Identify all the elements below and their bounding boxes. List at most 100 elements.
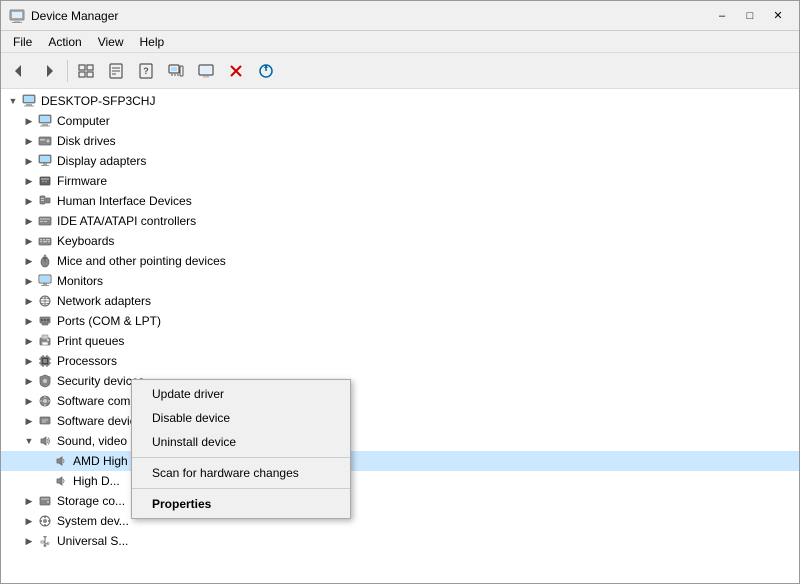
- toolbar: ?: [1, 53, 799, 89]
- security-icon: [37, 373, 53, 389]
- toolbar-scan-changes-button[interactable]: [252, 57, 280, 85]
- toolbar-show-hide-button[interactable]: [72, 57, 100, 85]
- processors-label: Processors: [57, 354, 117, 368]
- print-icon: [37, 333, 53, 349]
- expand-sound-icon: ▼: [21, 433, 37, 449]
- expand-mice-icon: ▶: [21, 253, 37, 269]
- tree-item-security[interactable]: ▶ Security devices: [1, 371, 799, 391]
- tree-item-storage[interactable]: ▶ Storage co...: [1, 491, 799, 511]
- tree-item-processors[interactable]: ▶ Process: [1, 351, 799, 371]
- tree-item-software-dev[interactable]: ▶ Software devices: [1, 411, 799, 431]
- ctx-sep-1: [132, 457, 350, 458]
- software-comp-icon: [37, 393, 53, 409]
- expand-ports-icon: ▶: [21, 313, 37, 329]
- tree-item-disk[interactable]: ▶ Disk drives: [1, 131, 799, 151]
- display-label: Display adapters: [57, 154, 146, 168]
- tree-item-hid[interactable]: ▶ Human Interface Devices: [1, 191, 799, 211]
- system-label: System dev...: [57, 514, 129, 528]
- computer-label: Computer: [57, 114, 110, 128]
- keyboard-icon: [37, 233, 53, 249]
- toolbar-back-button[interactable]: [5, 57, 33, 85]
- tree-item-mice[interactable]: ▶ Mice and other pointing devices: [1, 251, 799, 271]
- menu-action[interactable]: Action: [40, 33, 89, 51]
- toolbar-help-button[interactable]: ?: [132, 57, 160, 85]
- toolbar-forward-button[interactable]: [35, 57, 63, 85]
- expand-software-dev-icon: ▶: [21, 413, 37, 429]
- computer-icon-2: [37, 113, 53, 129]
- window-title: Device Manager: [31, 9, 118, 23]
- expand-root-icon: ▼: [5, 93, 21, 109]
- ide-icon: [37, 213, 53, 229]
- disk-label: Disk drives: [57, 134, 116, 148]
- tree-item-keyboard[interactable]: ▶ Keyboards: [1, 231, 799, 251]
- firmware-label: Firmware: [57, 174, 107, 188]
- tree-view[interactable]: ▼ DESKTOP-SFP3CHJ ▶: [1, 89, 799, 583]
- tree-item-print[interactable]: ▶ Print queues: [1, 331, 799, 351]
- title-bar-left: Device Manager: [9, 8, 118, 24]
- tree-item-ports[interactable]: ▶ Ports (COM & LPT): [1, 311, 799, 331]
- menu-view[interactable]: View: [90, 33, 132, 51]
- toolbar-properties-button[interactable]: [102, 57, 130, 85]
- toolbar-scan-button[interactable]: [162, 57, 190, 85]
- tree-root[interactable]: ▼ DESKTOP-SFP3CHJ: [1, 91, 799, 111]
- menu-file[interactable]: File: [5, 33, 40, 51]
- ctx-scan-hardware[interactable]: Scan for hardware changes: [132, 461, 350, 485]
- network-label: Network adapters: [57, 294, 151, 308]
- mice-icon: [37, 253, 53, 269]
- monitors-icon: [37, 273, 53, 289]
- amd-audio-icon: [53, 453, 69, 469]
- sound-icon: [37, 433, 53, 449]
- processor-icon: [37, 353, 53, 369]
- maximize-button[interactable]: □: [737, 6, 763, 26]
- tree-item-sound[interactable]: ▼ Sound, video and game controllers: [1, 431, 799, 451]
- expand-display-icon: ▶: [21, 153, 37, 169]
- usb-icon: [37, 533, 53, 549]
- context-menu: Update driver Disable device Uninstall d…: [131, 379, 351, 519]
- tree-item-display[interactable]: ▶ Display adapters: [1, 151, 799, 171]
- expand-keyboard-icon: ▶: [21, 233, 37, 249]
- expand-computer-icon: ▶: [21, 113, 37, 129]
- ctx-disable-device[interactable]: Disable device: [132, 406, 350, 430]
- ports-icon: [37, 313, 53, 329]
- expand-disk-icon: ▶: [21, 133, 37, 149]
- menu-help[interactable]: Help: [132, 33, 173, 51]
- display-icon: [37, 153, 53, 169]
- tree-item-software-comp[interactable]: ▶ Software components: [1, 391, 799, 411]
- toolbar-update-button[interactable]: [192, 57, 220, 85]
- minimize-button[interactable]: –: [709, 6, 735, 26]
- tree-item-monitors[interactable]: ▶ Monitors: [1, 271, 799, 291]
- device-manager-icon: [9, 8, 25, 24]
- toolbar-uninstall-button[interactable]: [222, 57, 250, 85]
- tree-item-amd-audio[interactable]: AMD High Definition Audio Device: [1, 451, 799, 471]
- tree-item-computer[interactable]: ▶ Computer: [1, 111, 799, 131]
- ctx-properties[interactable]: Properties: [132, 492, 350, 516]
- ctx-uninstall-device[interactable]: Uninstall device: [132, 430, 350, 454]
- mice-label: Mice and other pointing devices: [57, 254, 226, 268]
- expand-high-d-icon: [37, 473, 53, 489]
- ide-label: IDE ATA/ATAPI controllers: [57, 214, 196, 228]
- hid-icon: [37, 193, 53, 209]
- expand-system-icon: ▶: [21, 513, 37, 529]
- network-icon: [37, 293, 53, 309]
- tree-item-network[interactable]: ▶ Network adapters: [1, 291, 799, 311]
- close-button[interactable]: ✕: [765, 6, 791, 26]
- expand-software-comp-icon: ▶: [21, 393, 37, 409]
- tree-item-high-d[interactable]: High D...: [1, 471, 799, 491]
- ports-label: Ports (COM & LPT): [57, 314, 161, 328]
- high-d-icon: [53, 473, 69, 489]
- expand-security-icon: ▶: [21, 373, 37, 389]
- ctx-update-driver[interactable]: Update driver: [132, 382, 350, 406]
- keyboard-label: Keyboards: [57, 234, 114, 248]
- tree-item-ide[interactable]: ▶ IDE ATA/ATAPI controllers: [1, 211, 799, 231]
- tree-item-usb[interactable]: ▶ Universal S...: [1, 531, 799, 551]
- computer-icon: [21, 93, 37, 109]
- expand-network-icon: ▶: [21, 293, 37, 309]
- tree-item-system[interactable]: ▶ System dev...: [1, 511, 799, 531]
- usb-label: Universal S...: [57, 534, 128, 548]
- hid-label: Human Interface Devices: [57, 194, 192, 208]
- expand-usb-icon: ▶: [21, 533, 37, 549]
- title-bar-buttons: – □ ✕: [709, 6, 791, 26]
- system-icon: [37, 513, 53, 529]
- root-label: DESKTOP-SFP3CHJ: [41, 94, 155, 108]
- tree-item-firmware[interactable]: ▶ Firmware: [1, 171, 799, 191]
